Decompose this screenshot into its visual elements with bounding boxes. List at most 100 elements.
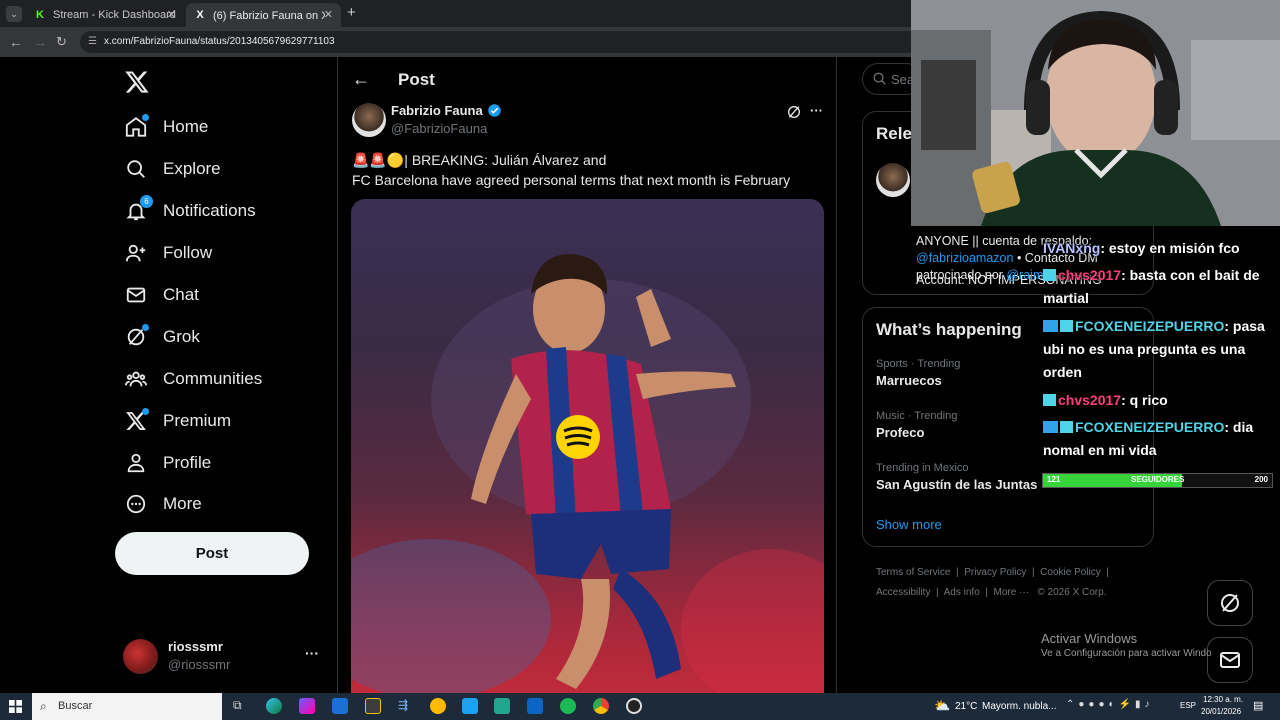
task-view-icon[interactable]: ⧉ (233, 698, 249, 714)
sidebar-item-explore[interactable]: Explore (123, 153, 221, 185)
app-icon[interactable] (430, 698, 446, 714)
more-circle-icon (123, 491, 149, 517)
tab-x-post[interactable]: X (6) Fabrizio Fauna on X: "🚨🚨🟡 ✕ (186, 3, 341, 27)
account-name: riosssmr (168, 639, 223, 654)
account-switcher[interactable]: riosssmr @riosssmr ··· (123, 637, 323, 675)
sidebar-item-grok[interactable]: Grok (123, 321, 200, 353)
post-image[interactable] (351, 199, 824, 693)
obs-icon[interactable] (626, 698, 642, 714)
system-tray-icons[interactable]: ⌃●●●◐⚡▮♪ (1066, 699, 1154, 710)
post-text-line-2: FC Barcelona have agreed personal terms … (352, 172, 791, 188)
sidebar-item-follow[interactable]: Follow (123, 237, 212, 269)
sidebar-item-label: Home (163, 117, 209, 136)
url-field[interactable]: ☰ x.com/FabrizioFauna/status/20134056796… (80, 31, 920, 53)
sidebar-item-label: Communities (163, 369, 263, 388)
chat-badge-icon (1043, 421, 1058, 433)
edge-icon[interactable] (266, 698, 282, 714)
windows-start-icon[interactable] (9, 700, 22, 713)
copilot-icon[interactable] (299, 698, 315, 714)
sidebar-item-premium[interactable]: Premium (123, 405, 231, 437)
chat-username[interactable]: chvs2017 (1058, 392, 1121, 408)
sidebar-item-communities[interactable]: Communities (123, 363, 262, 395)
weather-desc[interactable]: Mayorm. nubla... (982, 701, 1056, 712)
search-icon (123, 156, 149, 182)
author-name[interactable]: Fabrizio Fauna (391, 103, 502, 118)
language-indicator[interactable]: ESP (1180, 701, 1196, 710)
footer-link[interactable]: More ··· (994, 587, 1030, 598)
footer-link[interactable]: Cookie Policy (1040, 567, 1101, 578)
grok-icon (1221, 594, 1239, 612)
app-icon[interactable] (527, 698, 543, 714)
show-more-link[interactable]: Show more (876, 517, 942, 532)
outlook-icon[interactable] (332, 698, 348, 714)
bio-link[interactable]: @raim (1006, 268, 1043, 282)
post-button[interactable]: Post (115, 532, 309, 575)
taskbar-search-input[interactable]: ⌕ Buscar (32, 693, 222, 720)
chat-username[interactable]: IVANxng (1043, 240, 1100, 256)
footer-link[interactable]: Privacy Policy (964, 567, 1026, 578)
taskbar-search-placeholder: Buscar (58, 700, 93, 712)
app-icon[interactable] (494, 698, 510, 714)
author-handle[interactable]: @FabrizioFauna (391, 121, 487, 136)
bell-icon: 6 (123, 195, 153, 224)
follower-count: 121 (1047, 475, 1061, 484)
clock-time[interactable]: 12:30 a. m. (1203, 695, 1243, 704)
forward-arrow-icon[interactable]: → (33, 34, 47, 50)
chrome-icon[interactable] (593, 698, 609, 714)
clock-date[interactable]: 20/01/2026 (1201, 707, 1241, 716)
spotify-icon[interactable] (560, 698, 576, 714)
bio-line-4-text: patrocinado por (916, 268, 1003, 282)
sidebar-item-chat[interactable]: Chat (123, 279, 199, 311)
chat-username[interactable]: FCOXENEIZEPUERRO (1075, 318, 1224, 334)
copyright: © 2026 X Corp. (1037, 587, 1107, 598)
sidebar-item-label: Premium (163, 411, 232, 430)
app-icon[interactable] (462, 698, 478, 714)
post-column: ← Post Fabrizio Fauna @FabrizioFauna ···… (337, 57, 837, 693)
bio-link[interactable]: @fabrizioamazon (916, 251, 1013, 265)
notifications-badge: 6 (140, 195, 153, 208)
sidebar-item-label: More (163, 494, 202, 513)
weather-icon: ⛅ (934, 698, 951, 713)
tab-search-button[interactable]: ⌄ (6, 6, 22, 22)
new-tab-button[interactable]: + (347, 4, 356, 21)
player-photo (351, 254, 824, 693)
site-info-icon[interactable]: ☰ (88, 31, 97, 53)
notification-center-icon[interactable]: ▤ (1253, 699, 1263, 712)
tab-kick-dashboard[interactable]: K Stream - Kick Dashboard ✕ (26, 3, 184, 27)
x-icon (123, 408, 149, 434)
footer-link[interactable]: Accessibility (876, 587, 930, 598)
store-icon[interactable] (365, 698, 381, 714)
sidebar-item-home[interactable]: Home (123, 111, 208, 143)
avatar[interactable] (352, 103, 386, 137)
chat-username[interactable]: chvs2017 (1058, 267, 1121, 283)
chat-username[interactable]: FCOXENEIZEPUERRO (1075, 419, 1224, 435)
avatar[interactable] (876, 163, 910, 197)
messages-floating-button[interactable] (1207, 637, 1253, 683)
close-icon[interactable]: ✕ (167, 8, 176, 21)
sidebar-item-label: Chat (163, 285, 199, 304)
sidebar-item-notifications[interactable]: 6 Notifications (123, 195, 256, 227)
grok-floating-button[interactable] (1207, 580, 1253, 626)
close-icon[interactable]: ✕ (324, 8, 333, 21)
home-icon (123, 114, 149, 140)
bio-line-4: patrocinado por @raim (916, 268, 1043, 282)
footer-link[interactable]: Ads info (944, 587, 980, 598)
reload-icon[interactable]: ↻ (56, 34, 67, 50)
back-arrow-icon[interactable]: ← (9, 34, 23, 50)
sidebar-item-more[interactable]: More (123, 488, 202, 520)
activate-windows-title: Activar Windows (1041, 631, 1138, 646)
footer-link[interactable]: Terms of Service (876, 567, 950, 578)
weather-temp[interactable]: 21°C (955, 701, 977, 712)
vscode-icon[interactable]: ⇶ (398, 698, 414, 714)
post-menu-icon[interactable]: ··· (810, 103, 823, 118)
back-arrow-icon[interactable]: ← (352, 69, 370, 90)
follower-goal: 200 (1254, 475, 1268, 484)
new-items-dot (142, 408, 149, 415)
x-logo-icon[interactable] (124, 69, 150, 95)
chat-badge-icon (1060, 421, 1073, 433)
sidebar-item-profile[interactable]: Profile (123, 447, 211, 479)
grok-icon[interactable] (786, 104, 802, 120)
account-menu-icon[interactable]: ··· (305, 645, 319, 661)
kick-icon: K (36, 9, 44, 21)
account-handle: @riosssmr (168, 657, 231, 672)
